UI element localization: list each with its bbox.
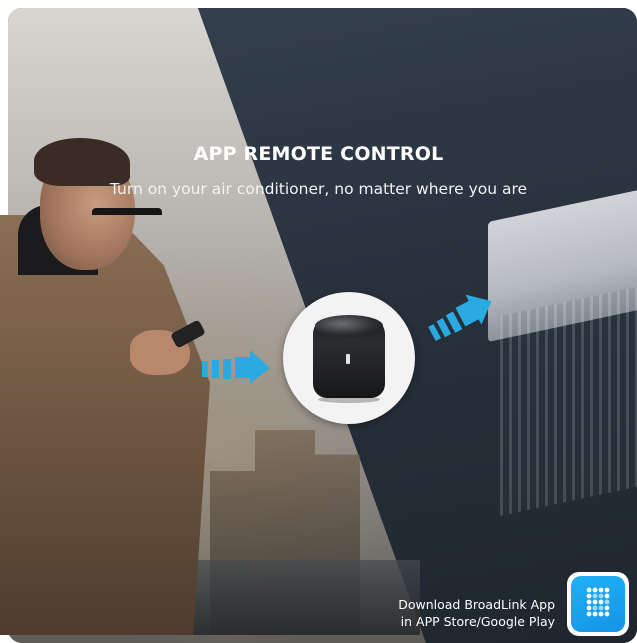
broadlink-app-icon[interactable] — [571, 576, 625, 632]
glasses — [92, 208, 162, 239]
download-line-1: Download BroadLink App — [398, 597, 555, 612]
air-conditioner-vent — [500, 284, 637, 516]
arrow-up-right-icon — [428, 294, 492, 342]
headline-subtitle: Turn on your air conditioner, no matter … — [109, 180, 528, 198]
download-caption: Download BroadLink App in APP Store/Goog… — [398, 596, 555, 630]
download-line-2: in APP Store/Google Play — [400, 614, 555, 629]
device-led-icon — [346, 354, 350, 364]
arrow-right-icon — [202, 350, 270, 384]
device-shadow — [318, 396, 380, 403]
device-top-dome — [315, 315, 383, 337]
headline-title: APP REMOTE CONTROL — [193, 143, 444, 165]
broadlink-logo-icon — [586, 587, 610, 617]
